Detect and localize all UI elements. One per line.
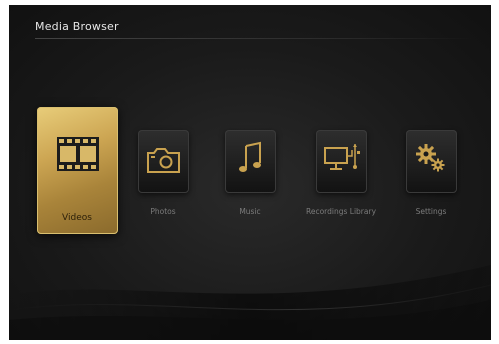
gears-icon <box>416 144 445 172</box>
page-title: Media Browser <box>35 20 119 33</box>
menu-item-music[interactable] <box>225 130 276 193</box>
menu-label-photos: Photos <box>150 207 176 216</box>
menu-item-recordings-library[interactable] <box>316 130 367 193</box>
menu-label-videos: Videos <box>62 213 92 223</box>
music-note-icon <box>239 141 261 172</box>
title-divider <box>35 38 475 39</box>
background-waves <box>9 265 491 340</box>
monitor-usb-icon <box>324 144 360 170</box>
menu-label-recordings-library: Recordings Library <box>305 207 377 216</box>
media-browser-screen: Media Browser Videos Photos Music Record… <box>9 5 491 340</box>
camera-icon <box>147 148 180 173</box>
menu-label-music: Music <box>239 207 261 216</box>
menu-label-settings: Settings <box>415 207 447 216</box>
menu-item-photos[interactable] <box>138 130 189 193</box>
menu-item-settings[interactable] <box>406 130 457 193</box>
